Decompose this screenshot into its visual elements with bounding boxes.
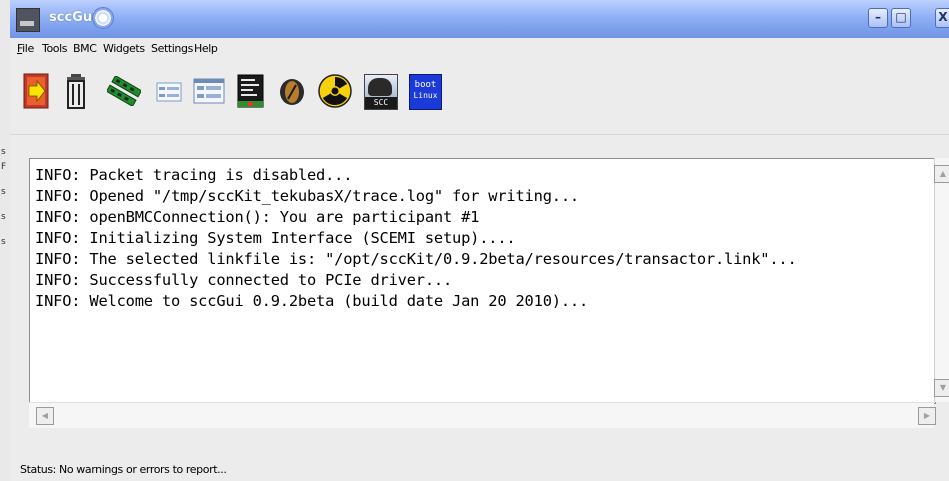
trash-icon[interactable]: [65, 73, 87, 109]
edge-letter: s: [1, 147, 6, 157]
app-icon[interactable]: [16, 8, 40, 32]
gauge-icon[interactable]: [278, 77, 306, 107]
vertical-scrollbar[interactable]: ▲ ▼: [934, 158, 949, 402]
edge-letter: F: [1, 162, 7, 172]
toolbar: SCC boot Linux: [10, 60, 949, 135]
scroll-left-arrow-icon[interactable]: ◀: [36, 407, 54, 425]
edge-letter: s: [1, 237, 6, 247]
log-output[interactable]: INFO: Packet tracing is disabled... INFO…: [29, 158, 936, 404]
status-text: Status: No warnings or errors to report.…: [20, 463, 227, 476]
log-line: INFO: Initializing System Interface (SCE…: [35, 229, 516, 247]
log-line: INFO: Packet tracing is disabled...: [35, 166, 353, 184]
menu-help[interactable]: Help: [194, 42, 218, 55]
edge-letter: s: [1, 187, 6, 197]
exit-icon[interactable]: [23, 73, 49, 109]
close-button[interactable]: X: [935, 8, 949, 28]
menu-bmc[interactable]: BMC: [73, 42, 97, 55]
log-line: INFO: Successfully connected to PCIe dri…: [35, 271, 453, 289]
minimize-button[interactable]: –: [868, 8, 888, 28]
radiation-icon[interactable]: [318, 74, 352, 108]
form-icon[interactable]: [156, 82, 182, 102]
form-detail-icon[interactable]: [193, 78, 225, 104]
log-line: INFO: Opened "/tmp/sccKit_tekubasX/trace…: [35, 187, 579, 205]
log-line: INFO: The selected linkfile is: "/opt/sc…: [35, 250, 797, 268]
boot-linux-icon[interactable]: boot Linux: [409, 74, 442, 110]
menu-settings[interactable]: Settings: [151, 42, 193, 55]
sccgui-window: sccGui – □ X File Tools BMC Widgets Sett…: [10, 0, 949, 481]
maximize-button[interactable]: □: [891, 8, 911, 28]
menu-file-label: ile: [22, 42, 34, 55]
terminal-icon[interactable]: [237, 74, 264, 108]
window-title: sccGui: [49, 10, 97, 25]
scc-chip-icon[interactable]: SCC: [364, 74, 398, 110]
menu-bar: File Tools BMC Widgets Settings Help: [10, 38, 949, 60]
scroll-up-arrow-icon[interactable]: ▲: [934, 165, 949, 183]
menu-file[interactable]: File: [17, 42, 34, 55]
horizontal-scrollbar[interactable]: ◀ ▶: [29, 402, 936, 428]
log-line: INFO: openBMCConnection(): You are parti…: [35, 208, 480, 226]
menu-widgets[interactable]: Widgets: [103, 42, 145, 55]
menu-tools[interactable]: Tools: [42, 42, 68, 55]
linux-label: Linux: [413, 91, 438, 100]
scroll-down-arrow-icon[interactable]: ▼: [934, 379, 949, 397]
scc-label: SCC: [365, 97, 397, 109]
title-swirl-icon: [92, 7, 114, 29]
log-line: INFO: Welcome to sccGui 0.9.2beta (build…: [35, 292, 589, 310]
boot-label: boot: [414, 80, 437, 90]
edge-letter: s: [1, 212, 6, 222]
chip-dome: [368, 78, 392, 96]
title-bar[interactable]: sccGui – □ X: [10, 0, 949, 38]
scroll-right-arrow-icon[interactable]: ▶: [918, 407, 936, 425]
memory-icon[interactable]: [107, 76, 141, 106]
